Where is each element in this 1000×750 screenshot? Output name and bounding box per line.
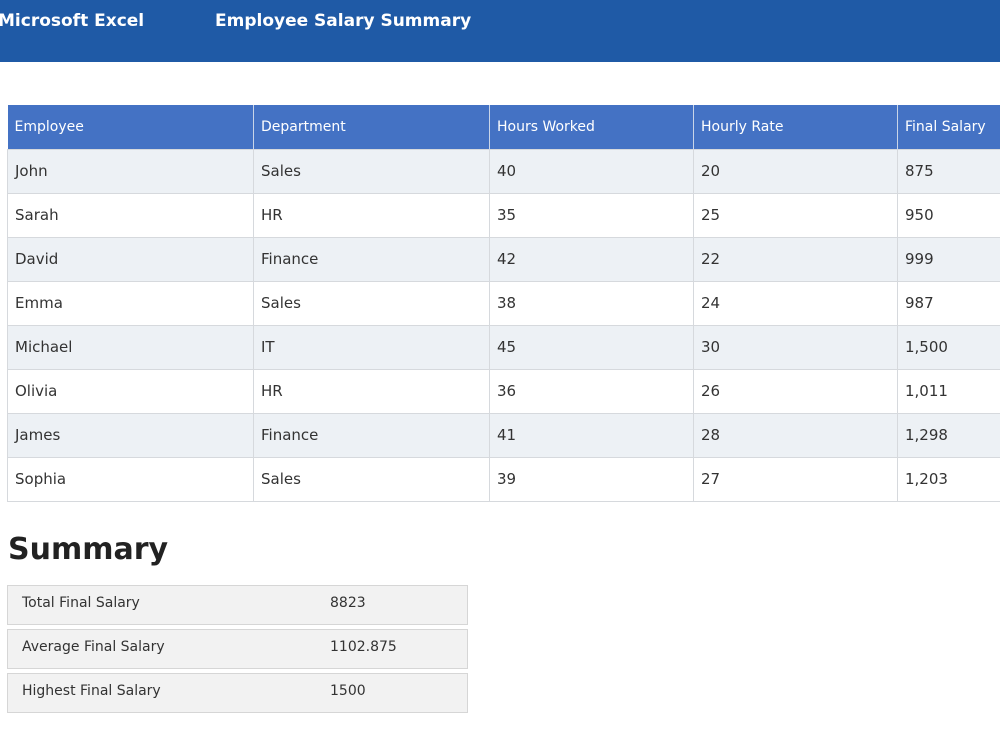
table-row: James Finance 41 28 1,298 bbox=[7, 412, 1000, 458]
summary-list: Total Final Salary 8823 Average Final Sa… bbox=[7, 585, 468, 717]
cell-department[interactable]: HR bbox=[253, 192, 490, 238]
cell-hourly-rate[interactable]: 30 bbox=[693, 324, 898, 370]
header-row: Employee Department Hours Worked Hourly … bbox=[7, 105, 1000, 149]
header-department[interactable]: Department bbox=[253, 105, 490, 149]
cell-hourly-rate[interactable]: 24 bbox=[693, 280, 898, 326]
cell-employee[interactable]: Olivia bbox=[7, 368, 254, 414]
cell-final-salary[interactable]: 1,011 bbox=[897, 368, 1000, 414]
header-hours-worked[interactable]: Hours Worked bbox=[489, 105, 694, 149]
cell-department[interactable]: Finance bbox=[253, 412, 490, 458]
cell-hourly-rate[interactable]: 28 bbox=[693, 412, 898, 458]
table-row: Sarah HR 35 25 950 bbox=[7, 192, 1000, 238]
cell-final-salary[interactable]: 1,500 bbox=[897, 324, 1000, 370]
cell-hourly-rate[interactable]: 22 bbox=[693, 236, 898, 282]
summary-label: Average Final Salary bbox=[22, 639, 165, 655]
cell-employee[interactable]: David bbox=[7, 236, 254, 282]
cell-final-salary[interactable]: 999 bbox=[897, 236, 1000, 282]
cell-department[interactable]: Sales bbox=[253, 280, 490, 326]
title-bar: Microsoft Excel Employee Salary Summary bbox=[0, 0, 1000, 62]
cell-employee[interactable]: Sarah bbox=[7, 192, 254, 238]
cell-hours-worked[interactable]: 41 bbox=[489, 412, 694, 458]
header-employee[interactable]: Employee bbox=[7, 105, 254, 149]
app-name: Microsoft Excel bbox=[0, 11, 145, 31]
cell-hours-worked[interactable]: 39 bbox=[489, 456, 694, 502]
cell-department[interactable]: Finance bbox=[253, 236, 490, 282]
table-row: John Sales 40 20 875 bbox=[7, 148, 1000, 194]
cell-hours-worked[interactable]: 35 bbox=[489, 192, 694, 238]
table-row: David Finance 42 22 999 bbox=[7, 236, 1000, 282]
header-hourly-rate[interactable]: Hourly Rate bbox=[693, 105, 898, 149]
cell-employee[interactable]: Emma bbox=[7, 280, 254, 326]
cell-hourly-rate[interactable]: 25 bbox=[693, 192, 898, 238]
cell-employee[interactable]: Sophia bbox=[7, 456, 254, 502]
cell-employee[interactable]: James bbox=[7, 412, 254, 458]
cell-department[interactable]: Sales bbox=[253, 456, 490, 502]
cell-final-salary[interactable]: 1,203 bbox=[897, 456, 1000, 502]
cell-hours-worked[interactable]: 45 bbox=[489, 324, 694, 370]
cell-hourly-rate[interactable]: 20 bbox=[693, 148, 898, 194]
cell-department[interactable]: HR bbox=[253, 368, 490, 414]
table-row: Emma Sales 38 24 987 bbox=[7, 280, 1000, 326]
document-title: Employee Salary Summary bbox=[215, 11, 472, 31]
cell-hours-worked[interactable]: 38 bbox=[489, 280, 694, 326]
cell-hourly-rate[interactable]: 27 bbox=[693, 456, 898, 502]
table-row: Sophia Sales 39 27 1,203 bbox=[7, 456, 1000, 502]
cell-hourly-rate[interactable]: 26 bbox=[693, 368, 898, 414]
summary-average-row: Average Final Salary 1102.875 bbox=[7, 629, 468, 669]
cell-hours-worked[interactable]: 42 bbox=[489, 236, 694, 282]
summary-label: Highest Final Salary bbox=[22, 683, 161, 699]
table-row: Olivia HR 36 26 1,011 bbox=[7, 368, 1000, 414]
summary-value[interactable]: 1102.875 bbox=[330, 639, 397, 655]
cell-final-salary[interactable]: 1,298 bbox=[897, 412, 1000, 458]
header-final-salary[interactable]: Final Salary bbox=[897, 105, 1000, 149]
summary-heading: Summary bbox=[8, 532, 169, 567]
salary-table: Employee Department Hours Worked Hourly … bbox=[7, 105, 1000, 502]
summary-highest-row: Highest Final Salary 1500 bbox=[7, 673, 468, 713]
cell-employee[interactable]: Michael bbox=[7, 324, 254, 370]
cell-department[interactable]: IT bbox=[253, 324, 490, 370]
cell-final-salary[interactable]: 950 bbox=[897, 192, 1000, 238]
table-row: Michael IT 45 30 1,500 bbox=[7, 324, 1000, 370]
summary-value[interactable]: 1500 bbox=[330, 683, 366, 699]
cell-department[interactable]: Sales bbox=[253, 148, 490, 194]
cell-final-salary[interactable]: 875 bbox=[897, 148, 1000, 194]
summary-value[interactable]: 8823 bbox=[330, 595, 366, 611]
cell-hours-worked[interactable]: 40 bbox=[489, 148, 694, 194]
cell-employee[interactable]: John bbox=[7, 148, 254, 194]
cell-hours-worked[interactable]: 36 bbox=[489, 368, 694, 414]
cell-final-salary[interactable]: 987 bbox=[897, 280, 1000, 326]
summary-label: Total Final Salary bbox=[22, 595, 140, 611]
summary-total-row: Total Final Salary 8823 bbox=[7, 585, 468, 625]
